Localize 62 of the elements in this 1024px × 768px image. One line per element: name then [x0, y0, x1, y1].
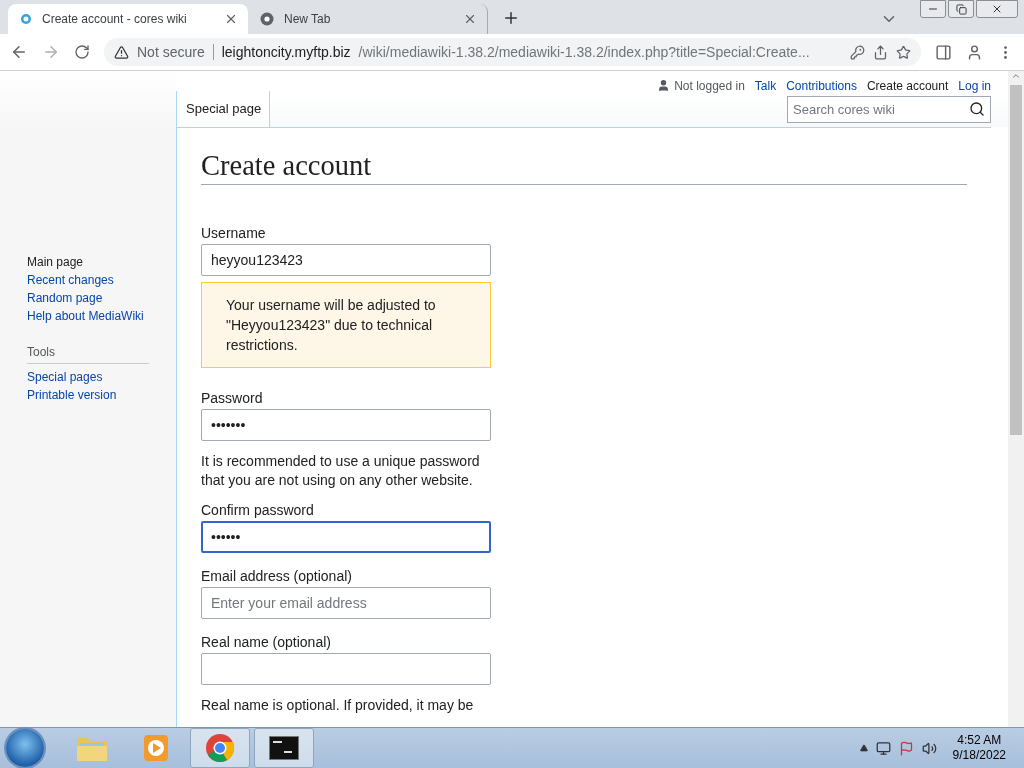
login-status: Not logged in — [674, 78, 745, 93]
sidebar-link[interactable]: Main page — [27, 255, 176, 269]
share-icon[interactable] — [873, 44, 888, 60]
restore-icon[interactable] — [948, 0, 974, 18]
field-label: Email address (optional) — [201, 568, 353, 584]
date-text: 9/18/2022 — [952, 748, 1006, 763]
warning-notice: Your username will be adjusted to "Heyyou123423" due to technical restrictions. — [201, 282, 491, 368]
help-text: Real name is optional. If provided, it may be — [201, 696, 475, 715]
page-heading: Create account — [201, 150, 967, 185]
time-text: 4:52 AM — [957, 733, 1002, 748]
browser-tab[interactable]: Create account - cores wiki — [8, 4, 248, 34]
warning-icon — [114, 44, 129, 60]
search-field[interactable]: Search cores wiki — [787, 96, 991, 123]
personal-link[interactable]: Contributions — [786, 78, 857, 93]
minimize-icon[interactable] — [920, 0, 946, 18]
flag-icon[interactable] — [898, 740, 914, 756]
profile-icon[interactable] — [966, 43, 983, 61]
search-icon[interactable] — [969, 101, 985, 117]
back-icon[interactable] — [10, 43, 28, 61]
start-button[interactable] — [6, 729, 44, 767]
input-field[interactable]: •••••• — [201, 521, 491, 553]
field-label: Real name (optional) — [201, 634, 332, 650]
side-panel-icon[interactable] — [935, 43, 952, 61]
security-label: Not secure — [137, 44, 214, 60]
close-icon[interactable] — [224, 12, 238, 26]
sidebar-link[interactable]: Special pages — [27, 370, 176, 384]
sidebar-link[interactable]: Help about MediaWiki — [27, 309, 176, 323]
personal-link[interactable]: Log in — [958, 78, 991, 93]
sidebar-link[interactable]: Recent changes — [27, 273, 176, 287]
address-bar[interactable]: Not secure leightoncity.myftp.biz /wiki/mediawiki-1.38.2/mediawiki-1.38.2/index.php?title=Special:Create... — [104, 38, 921, 66]
personal-link[interactable]: Talk — [754, 78, 777, 93]
scroll-up-icon[interactable] — [1011, 71, 1021, 81]
new-tab-icon[interactable] — [502, 9, 520, 27]
taskbar-button[interactable] — [254, 728, 314, 768]
star-icon[interactable] — [896, 44, 911, 60]
console-icon — [269, 736, 299, 760]
volume-icon[interactable] — [921, 740, 937, 756]
close-window-icon[interactable] — [976, 0, 1018, 18]
help-text: It is recommended to use a unique password that you are not using on any other website. — [201, 452, 481, 490]
input-field[interactable]: heyyou123423 — [201, 244, 491, 276]
sidebar-link[interactable]: Printable version — [27, 388, 176, 402]
tray-expand-icon[interactable] — [859, 744, 868, 752]
wiki-favicon-icon — [20, 13, 32, 25]
play-icon — [143, 734, 169, 762]
url-host: leightoncity.myftp.biz — [221, 44, 351, 60]
input-field[interactable] — [201, 653, 491, 685]
personal-link[interactable]: Create account — [866, 78, 949, 93]
user-icon — [657, 79, 671, 92]
clock[interactable]: 4:52 AM 9/18/2022 — [952, 733, 1006, 763]
input-field[interactable]: Enter your email address — [201, 587, 491, 619]
url-path: /wiki/mediawiki-1.38.2/mediawiki-1.38.2/index.php?title=Special:Create... — [358, 44, 811, 60]
scrollbar-thumb[interactable] — [1010, 85, 1022, 435]
sidebar-link[interactable]: Random page — [27, 291, 176, 305]
field-label: Username — [201, 225, 267, 241]
portal-heading: Tools — [27, 345, 149, 364]
close-icon[interactable] — [463, 12, 477, 26]
page-tab[interactable]: Special page — [176, 91, 271, 127]
field-label: Password — [201, 390, 264, 406]
key-icon[interactable] — [850, 44, 865, 60]
input-field[interactable]: ••••••• — [201, 409, 491, 441]
reload-icon[interactable] — [74, 44, 90, 60]
field-label: Confirm password — [201, 502, 315, 518]
